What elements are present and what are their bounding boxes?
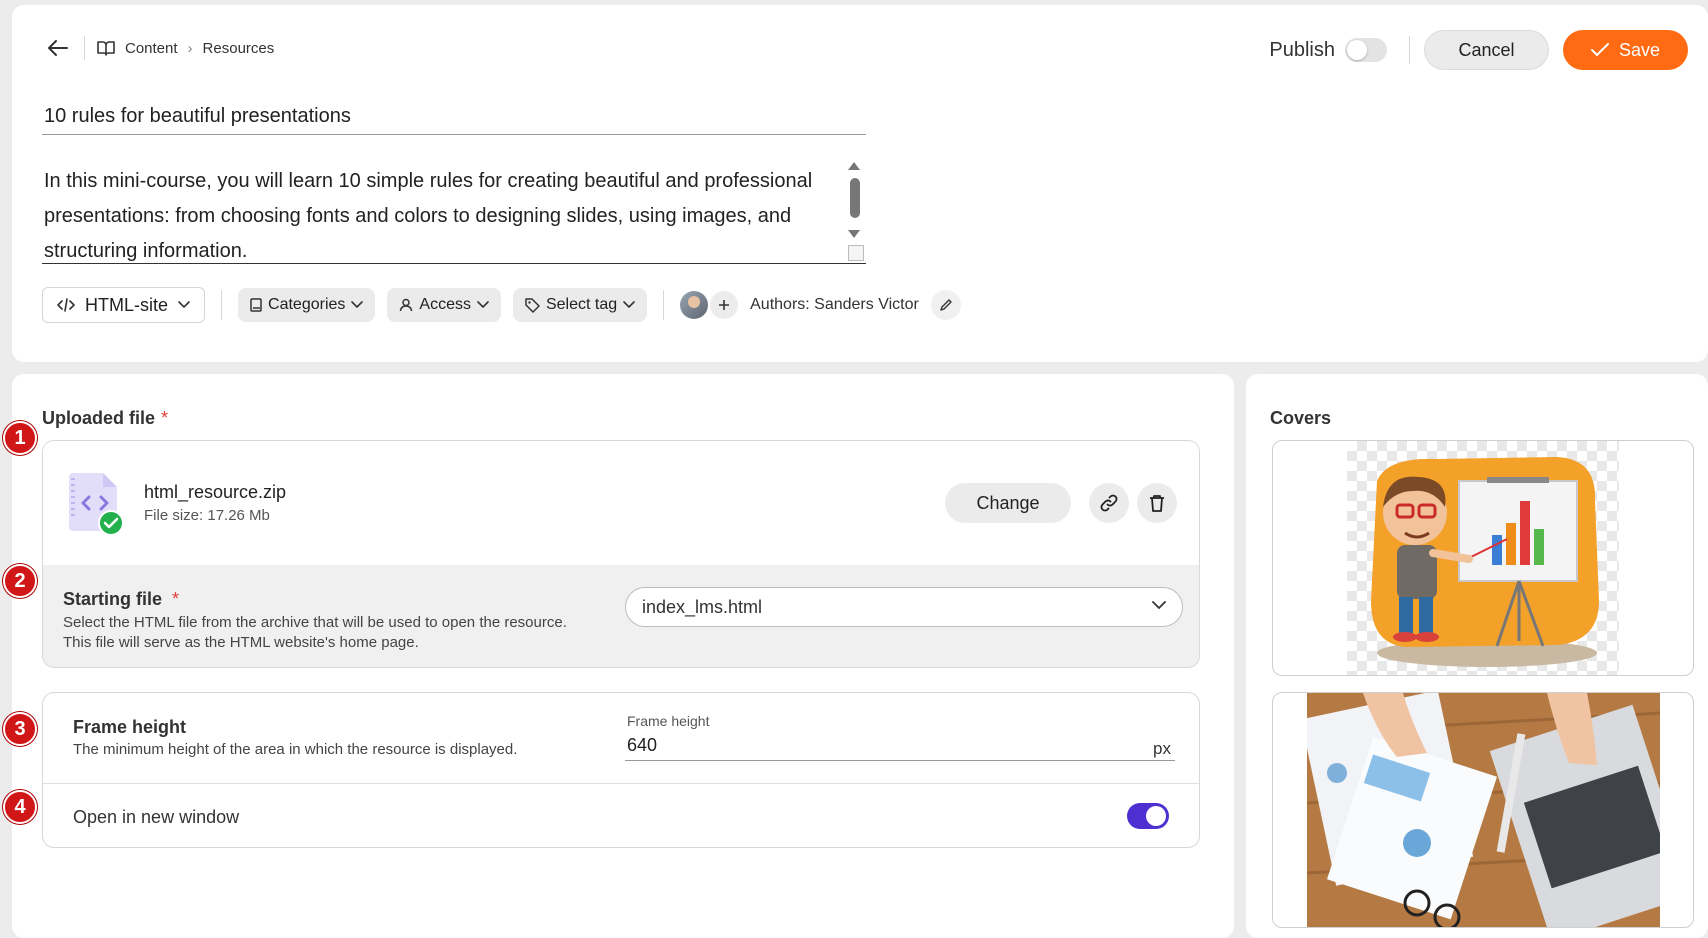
authors-text: Authors: Sanders Victor xyxy=(750,296,919,313)
breadcrumb-content[interactable]: Content xyxy=(125,40,178,57)
nav-divider xyxy=(84,36,85,60)
starting-file-heading: Starting file * xyxy=(63,589,179,610)
chevron-down-icon xyxy=(351,301,364,309)
resource-description-textarea[interactable]: In this mini-course, you will learn 10 s… xyxy=(42,158,866,264)
required-mark: * xyxy=(161,408,169,428)
annotation-badge: 1 xyxy=(3,421,37,455)
chips-divider xyxy=(663,290,665,320)
edit-authors-button[interactable] xyxy=(930,290,961,320)
frame-height-title: Frame height xyxy=(73,717,187,737)
starting-file-select[interactable]: index_lms.html xyxy=(625,587,1183,627)
save-button[interactable]: Save xyxy=(1563,30,1688,70)
frame-height-field-label: Frame height xyxy=(627,713,710,729)
plus-icon xyxy=(719,300,730,310)
pencil-icon xyxy=(940,299,952,311)
starting-file-description: Select the HTML file from the archive th… xyxy=(63,614,567,651)
resource-type-label: HTML-site xyxy=(85,294,169,315)
copy-link-button[interactable] xyxy=(1089,483,1129,523)
uploaded-file-title: Uploaded file xyxy=(42,408,156,428)
navigation-bar: Content › Resources xyxy=(40,30,274,66)
cover-option[interactable] xyxy=(1272,440,1694,676)
display-settings-panel: Frame height The minimum height of the a… xyxy=(42,692,1200,848)
settings-divider xyxy=(43,783,1199,784)
breadcrumb: Content › Resources xyxy=(97,40,274,57)
book-icon xyxy=(250,298,262,312)
book-icon xyxy=(97,41,115,56)
open-new-window-toggle[interactable] xyxy=(1127,803,1169,829)
file-name: html_resource.zip xyxy=(144,482,287,502)
scrollbar-thumb[interactable] xyxy=(850,178,860,218)
annotation-badge: 4 xyxy=(3,790,37,824)
chevron-down-icon xyxy=(623,301,635,309)
breadcrumb-separator: › xyxy=(187,39,193,57)
scroll-down-arrow[interactable] xyxy=(848,230,860,238)
publish-toggle[interactable] xyxy=(1345,38,1387,62)
annotation-badge: 3 xyxy=(3,712,37,746)
resource-title-input[interactable]: 10 rules for beautiful presentations xyxy=(42,95,866,135)
save-button-label: Save xyxy=(1618,39,1661,60)
open-new-window-label: Open in new window xyxy=(73,807,240,827)
back-button[interactable] xyxy=(40,30,76,66)
frame-height-input[interactable]: 640 px xyxy=(625,733,1175,761)
trash-icon xyxy=(1150,495,1164,512)
tag-label: Select tag xyxy=(545,296,618,313)
chips-divider xyxy=(221,290,223,320)
starting-file-title: Starting file xyxy=(63,589,163,609)
required-mark: * xyxy=(172,589,180,609)
arrow-left-icon xyxy=(48,40,68,56)
categories-dropdown[interactable]: Categories xyxy=(238,288,376,322)
workspace-photo-graphic xyxy=(1307,693,1660,927)
breadcrumb-resources[interactable]: Resources xyxy=(203,40,275,57)
starting-file-value: index_lms.html xyxy=(642,597,763,617)
check-icon xyxy=(1590,43,1609,56)
chevron-down-icon xyxy=(1152,601,1166,610)
zip-file-icon xyxy=(69,473,123,535)
frame-height-description: The minimum height of the area in which … xyxy=(73,741,518,758)
access-dropdown[interactable]: Access xyxy=(387,288,501,322)
file-size: File size: 17.26 Mb xyxy=(144,507,270,524)
presenter-illustration xyxy=(1371,457,1599,667)
user-icon xyxy=(400,298,413,312)
change-file-button[interactable]: Change xyxy=(945,483,1071,523)
access-label: Access xyxy=(419,296,471,313)
resource-settings-row: HTML-site Categories Access Select tag A… xyxy=(42,287,961,323)
covers-title: Covers xyxy=(1270,408,1332,428)
link-icon xyxy=(1100,494,1118,512)
add-author-button[interactable] xyxy=(710,291,739,319)
file-info-row: html_resource.zip File size: 17.26 Mb Ch… xyxy=(43,441,1199,565)
header-actions: Publish Cancel Save xyxy=(1269,30,1688,70)
tag-dropdown[interactable]: Select tag xyxy=(512,288,648,322)
cancel-button[interactable]: Cancel xyxy=(1424,30,1549,70)
resize-handle[interactable] xyxy=(848,245,864,261)
actions-divider xyxy=(1409,36,1410,64)
starting-file-row: Starting file * Select the HTML file from… xyxy=(43,565,1199,667)
delete-file-button[interactable] xyxy=(1137,483,1177,523)
chevron-down-icon xyxy=(178,301,190,309)
author-avatar[interactable] xyxy=(680,291,709,319)
chevron-down-icon xyxy=(477,301,489,309)
categories-label: Categories xyxy=(268,296,346,313)
description-text: In this mini-course, you will learn 10 s… xyxy=(44,170,813,262)
frame-height-value: 640 xyxy=(627,735,658,755)
cover-option[interactable] xyxy=(1272,692,1694,928)
resource-type-select[interactable]: HTML-site xyxy=(42,287,206,323)
tag-icon xyxy=(525,297,540,313)
frame-height-unit: px xyxy=(1153,739,1171,758)
uploaded-file-panel: html_resource.zip File size: 17.26 Mb Ch… xyxy=(42,440,1200,668)
publish-label: Publish xyxy=(1269,38,1335,61)
uploaded-file-heading: Uploaded file * xyxy=(42,408,168,429)
scroll-up-arrow[interactable] xyxy=(848,162,860,170)
annotation-badge: 2 xyxy=(3,564,37,598)
workspace-photo xyxy=(1307,693,1660,927)
code-icon xyxy=(57,298,75,312)
